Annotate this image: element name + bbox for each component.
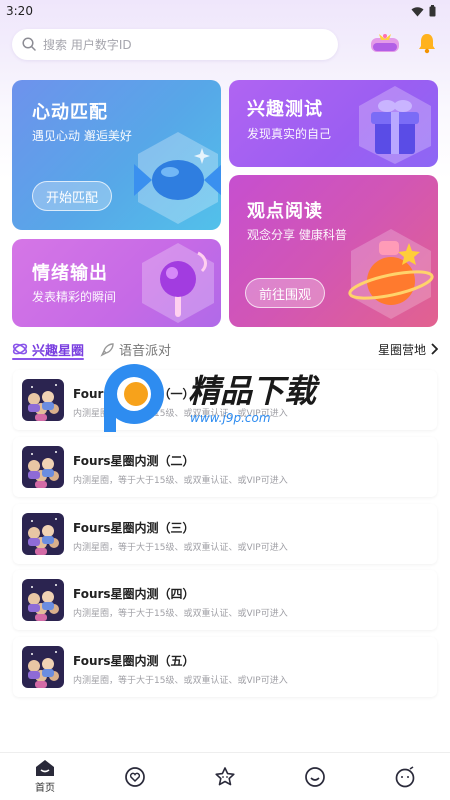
circle-thumbnail bbox=[22, 513, 64, 555]
search-placeholder: 搜索 用户数字ID bbox=[43, 37, 132, 52]
smile-icon bbox=[305, 766, 325, 787]
circle-thumbnail bbox=[22, 379, 64, 421]
star-face-icon bbox=[215, 766, 235, 785]
nav-heart-chat[interactable] bbox=[90, 753, 180, 800]
notification-button[interactable] bbox=[414, 30, 440, 56]
go-watch-button[interactable]: 前往围观 bbox=[245, 278, 325, 308]
emotion-card-subtitle: 发表精彩的瞬间 bbox=[32, 290, 117, 304]
profile-face-icon bbox=[395, 765, 415, 787]
circle-thumbnail bbox=[22, 579, 64, 621]
circle-description: 内测星圈，等于大于15级、或双重认证、或VIP可进入 bbox=[73, 543, 288, 553]
interest-test-card[interactable]: 兴趣测试 发现真实的自己 bbox=[229, 80, 438, 167]
bell-icon bbox=[419, 34, 435, 54]
opinion-card-title: 观点阅读 bbox=[247, 201, 323, 222]
circle-title: Fours星圈内测（五） bbox=[73, 654, 195, 668]
circle-camp-link[interactable]: 星圈营地 bbox=[378, 341, 438, 358]
start-match-button[interactable]: 开始匹配 bbox=[32, 181, 112, 211]
circle-title: Fours星圈内测（三） bbox=[73, 521, 195, 535]
list-item[interactable]: Fours星圈内测（三） 内测星圈，等于大于15级、或双重认证、或VIP可进入 bbox=[13, 504, 437, 564]
emotion-output-card[interactable]: 情绪输出 发表精彩的瞬间 bbox=[12, 239, 221, 327]
nav-star-face[interactable] bbox=[180, 753, 270, 800]
circle-description: 内测星圈，等于大于15级、或双重认证、或VIP可进入 bbox=[73, 409, 288, 419]
planet-icon bbox=[348, 229, 434, 319]
list-item[interactable]: Fours星圈内测（五） 内测星圈，等于大于15级、或双重认证、或VIP可进入 bbox=[13, 637, 437, 697]
opinion-card-subtitle: 观念分享 健康科普 bbox=[247, 228, 347, 242]
candy-icon bbox=[134, 132, 221, 224]
orbit-icon bbox=[12, 343, 28, 355]
circle-title: Fours星圈内测（一） bbox=[73, 387, 195, 401]
circle-thumbnail bbox=[22, 646, 64, 688]
search-input[interactable]: 搜索 用户数字ID bbox=[12, 28, 338, 60]
circle-camp-label: 星圈营地 bbox=[377, 342, 426, 357]
circle-title: Fours星圈内测（二） bbox=[73, 454, 195, 468]
circle-description: 内测星圈，等于大于15级、或双重认证、或VIP可进入 bbox=[73, 476, 288, 486]
tab-active-indicator bbox=[12, 358, 84, 360]
circle-tabs: 兴趣星圈 语音派对 星圈营地 bbox=[12, 336, 438, 362]
circle-thumbnail bbox=[22, 446, 64, 488]
interest-card-title: 兴趣测试 bbox=[247, 99, 323, 120]
opinion-reading-card[interactable]: 观点阅读 观念分享 健康科普 前往围观 bbox=[229, 175, 438, 327]
status-time: 3:20 bbox=[6, 4, 33, 18]
tab-interest-circle-label: 兴趣星圈 bbox=[32, 343, 85, 359]
list-item[interactable]: Fours星圈内测（一） 内测星圈，等于大于15级、或双重认证、或VIP可进入 bbox=[13, 370, 437, 430]
status-bar: 3:20 bbox=[0, 0, 450, 22]
nav-profile[interactable] bbox=[360, 753, 450, 800]
match-card-title: 心动匹配 bbox=[32, 102, 108, 123]
list-item[interactable]: Fours星圈内测（二） 内测星圈，等于大于15级、或双重认证、或VIP可进入 bbox=[13, 437, 437, 497]
tab-voice-party[interactable]: 语音派对 bbox=[100, 340, 171, 359]
nav-home-label: 首页 bbox=[35, 783, 55, 794]
rocket-icon bbox=[100, 342, 114, 357]
gift-badge-button[interactable] bbox=[368, 28, 402, 58]
list-item[interactable]: Fours星圈内测（四） 内测星圈，等于大于15级、或双重认证、或VIP可进入 bbox=[13, 570, 437, 630]
emotion-card-title: 情绪输出 bbox=[32, 263, 108, 284]
heart-chat-icon bbox=[125, 766, 145, 787]
search-row: 搜索 用户数字ID bbox=[12, 28, 442, 60]
match-card[interactable]: 心动匹配 遇见心动 邂逅美好 开始匹配 bbox=[12, 80, 221, 230]
chevron-right-icon bbox=[431, 343, 438, 355]
battery-icon bbox=[429, 5, 436, 17]
gift-badge-icon bbox=[371, 34, 399, 52]
gift-box-icon bbox=[359, 86, 431, 164]
home-icon bbox=[36, 760, 54, 776]
circle-title: Fours星圈内测（四） bbox=[73, 587, 195, 601]
circle-description: 内测星圈，等于大于15级、或双重认证、或VIP可进入 bbox=[73, 609, 288, 619]
bottom-nav: 首页 bbox=[0, 752, 450, 800]
search-icon bbox=[22, 37, 36, 51]
circle-description: 内测星圈，等于大于15级、或双重认证、或VIP可进入 bbox=[73, 676, 288, 686]
nav-smile[interactable] bbox=[270, 753, 360, 800]
nav-home[interactable]: 首页 bbox=[0, 753, 90, 800]
tab-voice-party-label: 语音派对 bbox=[119, 343, 172, 359]
match-card-subtitle: 遇见心动 邂逅美好 bbox=[32, 129, 132, 143]
lollipop-icon bbox=[142, 243, 214, 323]
interest-card-subtitle: 发现真实的自己 bbox=[247, 127, 332, 141]
wifi-icon bbox=[411, 6, 424, 16]
tab-interest-circle[interactable]: 兴趣星圈 bbox=[12, 340, 84, 359]
